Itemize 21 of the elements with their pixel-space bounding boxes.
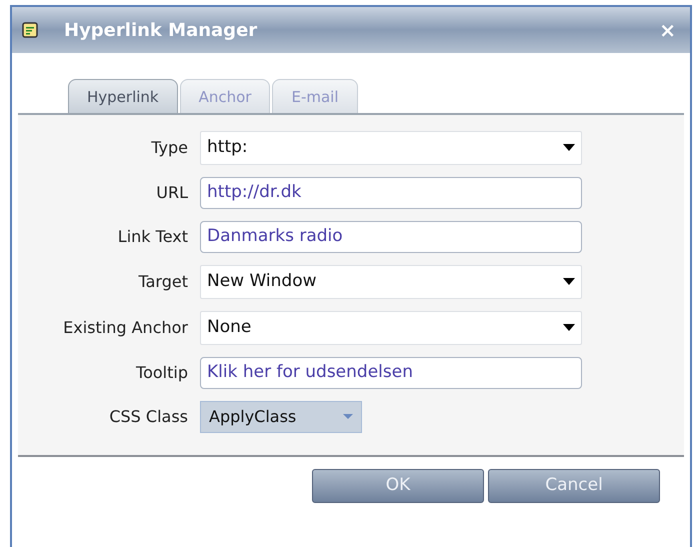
input-field[interactable]: http://dr.dk <box>200 176 582 208</box>
dropdown-arrow-icon <box>343 414 353 419</box>
class-dropdown[interactable]: ApplyClass <box>200 400 362 432</box>
field-label: URL <box>155 182 189 204</box>
tab[interactable]: Hyperlink <box>68 79 178 112</box>
dropdown[interactable]: http: <box>200 130 582 164</box>
dropdown-arrow-icon <box>563 144 575 151</box>
window-title: Hyperlink Manager <box>64 18 258 42</box>
dropdown[interactable]: None <box>200 310 582 344</box>
input-field[interactable]: Klik her for udsendelsen <box>200 356 582 388</box>
field-label: Type <box>150 136 189 158</box>
input-field[interactable]: Danmarks radio <box>200 220 582 252</box>
field-label: Tooltip <box>135 362 189 384</box>
field-label: Link Text <box>116 226 189 248</box>
dropdown-arrow-icon <box>563 324 575 331</box>
field-label: Existing Anchor <box>62 316 189 338</box>
field-label: Target <box>138 270 189 292</box>
dialog-icon <box>22 22 38 38</box>
dropdown-arrow-icon <box>563 278 575 285</box>
field-label: CSS Class <box>108 406 189 428</box>
dropdown[interactable]: New Window <box>200 264 582 298</box>
